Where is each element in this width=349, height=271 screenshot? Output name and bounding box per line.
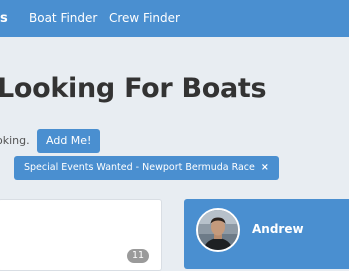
filter-chip[interactable]: Special Events Wanted - Newport Bermuda … bbox=[14, 156, 279, 180]
avatar-photo bbox=[198, 210, 238, 250]
status-row: oking. Add Me! bbox=[0, 129, 349, 153]
active-filters: : Special Events Wanted - Newport Bermud… bbox=[0, 156, 349, 180]
add-me-button[interactable]: Add Me! bbox=[37, 129, 101, 153]
nav-link-crew-finder[interactable]: Crew Finder bbox=[109, 11, 180, 25]
status-text: oking. bbox=[0, 134, 30, 147]
profile-card[interactable]: Andrew bbox=[184, 199, 349, 269]
filter-chip-label: Special Events Wanted - Newport Bermuda … bbox=[24, 162, 255, 173]
avatar bbox=[196, 208, 240, 252]
page-title: Looking For Boats bbox=[0, 73, 267, 104]
results-panel: 11 bbox=[0, 199, 162, 271]
nav-link-boat-finder[interactable]: Boat Finder bbox=[29, 11, 97, 25]
remove-filter-icon[interactable]: × bbox=[261, 162, 269, 173]
top-navbar: s Boat Finder Crew Finder bbox=[0, 0, 349, 37]
results-count-badge: 11 bbox=[127, 249, 149, 263]
profile-name: Andrew bbox=[252, 222, 304, 236]
brand-logo[interactable]: s bbox=[0, 11, 8, 26]
